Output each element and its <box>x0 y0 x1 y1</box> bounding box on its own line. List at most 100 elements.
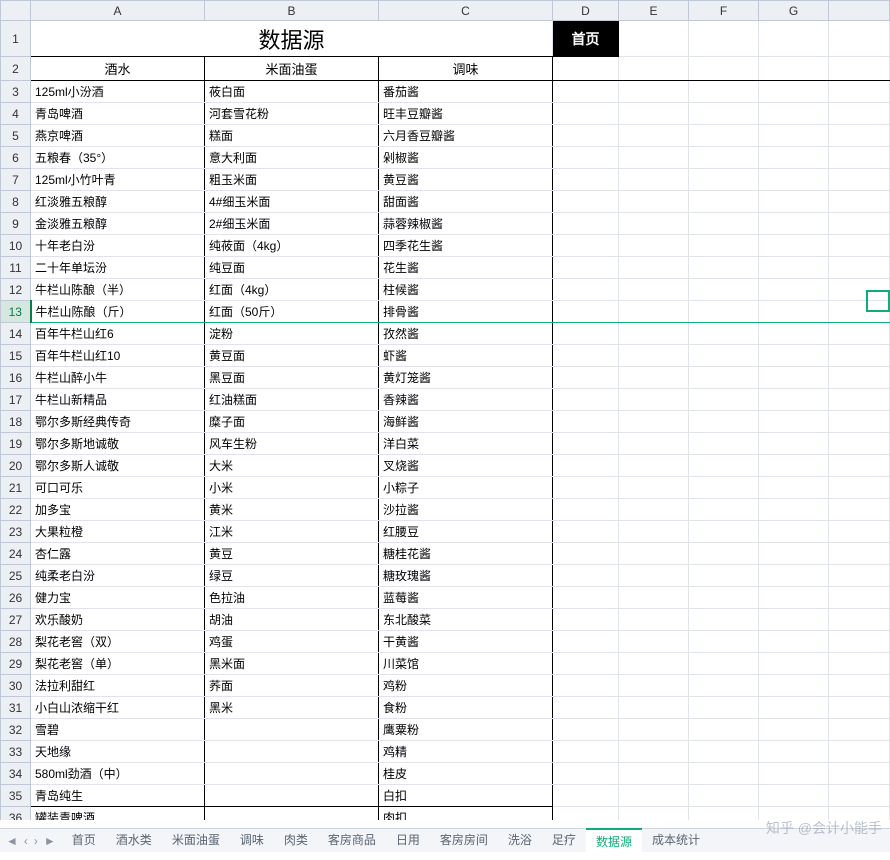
table-row[interactable]: 25纯柔老白汾绿豆糖玫瑰酱 <box>1 565 890 587</box>
table-row[interactable]: 34580ml劲酒（中）桂皮 <box>1 763 890 785</box>
cell-B[interactable]: 风车生粉 <box>205 433 379 455</box>
col-header-G[interactable]: G <box>759 1 829 21</box>
cell-A[interactable]: 加多宝 <box>31 499 205 521</box>
cell-A[interactable]: 梨花老窖（单） <box>31 653 205 675</box>
cell-C[interactable]: 桂皮 <box>379 763 553 785</box>
table-row[interactable]: 8红淡雅五粮醇4#细玉米面甜面酱 <box>1 191 890 213</box>
table-row[interactable]: 14百年牛栏山红6淀粉孜然酱 <box>1 323 890 345</box>
col-header-B[interactable]: B <box>205 1 379 21</box>
table-row[interactable]: 30法拉利甜红荞面鸡粉 <box>1 675 890 697</box>
cell-C[interactable]: 东北酸菜 <box>379 609 553 631</box>
row-1[interactable]: 1 数据源 首页 <box>1 21 890 57</box>
tab-客房房间[interactable]: 客房房间 <box>430 828 498 853</box>
row-header[interactable]: 4 <box>1 103 31 125</box>
row-header[interactable]: 18 <box>1 411 31 433</box>
row-header[interactable]: 21 <box>1 477 31 499</box>
cell-C[interactable]: 四季花生酱 <box>379 235 553 257</box>
row-header[interactable]: 3 <box>1 81 31 103</box>
cell-A[interactable]: 鄂尔多斯经典传奇 <box>31 411 205 433</box>
row-header[interactable]: 22 <box>1 499 31 521</box>
header-A[interactable]: 酒水 <box>31 57 205 81</box>
row-header[interactable]: 24 <box>1 543 31 565</box>
cell-A[interactable]: 天地缘 <box>31 741 205 763</box>
cell-A[interactable]: 鄂尔多斯地诚敬 <box>31 433 205 455</box>
tab-客房商品[interactable]: 客房商品 <box>318 828 386 853</box>
cell-B[interactable]: 黑豆面 <box>205 367 379 389</box>
cell-A[interactable]: 雪碧 <box>31 719 205 741</box>
cell-C[interactable]: 食粉 <box>379 697 553 719</box>
cell-B[interactable]: 淀粉 <box>205 323 379 345</box>
tab-酒水类[interactable]: 酒水类 <box>106 828 162 853</box>
table-row[interactable]: 18鄂尔多斯经典传奇糜子面海鲜酱 <box>1 411 890 433</box>
row-header-1[interactable]: 1 <box>1 21 31 57</box>
cell-B[interactable]: 荞面 <box>205 675 379 697</box>
table-row[interactable]: 24杏仁露黄豆糖桂花酱 <box>1 543 890 565</box>
table-row[interactable]: 23大果粒橙江米红腰豆 <box>1 521 890 543</box>
table-row[interactable]: 26健力宝色拉油蓝莓酱 <box>1 587 890 609</box>
row-header[interactable]: 29 <box>1 653 31 675</box>
cell-C[interactable]: 黄灯笼酱 <box>379 367 553 389</box>
row-header[interactable]: 25 <box>1 565 31 587</box>
cell-C[interactable]: 鹰粟粉 <box>379 719 553 741</box>
cell-B[interactable] <box>205 763 379 785</box>
table-row[interactable]: 20鄂尔多斯人诚敬大米叉烧酱 <box>1 455 890 477</box>
cell-A[interactable]: 牛栏山新精品 <box>31 389 205 411</box>
row-header[interactable]: 32 <box>1 719 31 741</box>
cell-B[interactable]: 黑米面 <box>205 653 379 675</box>
cell-C[interactable]: 沙拉酱 <box>379 499 553 521</box>
cell-A[interactable]: 法拉利甜红 <box>31 675 205 697</box>
cell-C[interactable]: 黄豆酱 <box>379 169 553 191</box>
row-header[interactable]: 35 <box>1 785 31 807</box>
tab-调味[interactable]: 调味 <box>230 828 274 853</box>
cell-B[interactable]: 黄豆面 <box>205 345 379 367</box>
cell-A[interactable]: 鄂尔多斯人诚敬 <box>31 455 205 477</box>
table-row[interactable]: 12牛栏山陈酿（半）红面（4kg）柱候酱 <box>1 279 890 301</box>
cell-B[interactable]: 黄米 <box>205 499 379 521</box>
sheet-tab-bar[interactable]: ◄ ‹ › ► 首页酒水类米面油蛋调味肉类客房商品日用客房房间洗浴足疗数据源成本… <box>0 828 890 852</box>
cell-C[interactable]: 蓝莓酱 <box>379 587 553 609</box>
cell-B[interactable]: 纯豆面 <box>205 257 379 279</box>
cell-C[interactable]: 柱候酱 <box>379 279 553 301</box>
cell-B[interactable]: 红面（50斤） <box>205 301 379 323</box>
cell-A[interactable]: 大果粒橙 <box>31 521 205 543</box>
row-header[interactable]: 23 <box>1 521 31 543</box>
table-row[interactable]: 15百年牛栏山红10黄豆面虾酱 <box>1 345 890 367</box>
cell-A[interactable]: 燕京啤酒 <box>31 125 205 147</box>
col-header-E[interactable]: E <box>619 1 689 21</box>
title-cell[interactable]: 数据源 <box>31 21 553 57</box>
cell-A[interactable]: 杏仁露 <box>31 543 205 565</box>
row-header[interactable]: 15 <box>1 345 31 367</box>
spreadsheet-grid[interactable]: A B C D E F G 1 数据源 首页 2 酒水 米面油蛋 调味 3125… <box>0 0 890 820</box>
table-row[interactable]: 22加多宝黄米沙拉酱 <box>1 499 890 521</box>
cell-B[interactable]: 纯莜面（4kg） <box>205 235 379 257</box>
row-header[interactable]: 6 <box>1 147 31 169</box>
cell-C[interactable]: 蒜蓉辣椒酱 <box>379 213 553 235</box>
row-header[interactable]: 12 <box>1 279 31 301</box>
tab-数据源[interactable]: 数据源 <box>586 828 642 853</box>
table-row[interactable]: 17牛栏山新精品红油糕面香辣酱 <box>1 389 890 411</box>
cell-C[interactable]: 剁椒酱 <box>379 147 553 169</box>
row-header[interactable]: 19 <box>1 433 31 455</box>
table-row[interactable]: 6五粮春（35°）意大利面剁椒酱 <box>1 147 890 169</box>
row-header[interactable]: 13 <box>1 301 31 323</box>
tab-首页[interactable]: 首页 <box>62 828 106 853</box>
table-row[interactable]: 9金淡雅五粮醇2#细玉米面蒜蓉辣椒酱 <box>1 213 890 235</box>
table-row[interactable]: 4青岛啤酒河套雪花粉旺丰豆瓣酱 <box>1 103 890 125</box>
cell-A[interactable]: 580ml劲酒（中） <box>31 763 205 785</box>
cell-A[interactable]: 百年牛栏山红10 <box>31 345 205 367</box>
cell-A[interactable]: 罐装青啤酒 <box>31 807 205 821</box>
table-row[interactable]: 29梨花老窖（单）黑米面川菜馆 <box>1 653 890 675</box>
col-header-D[interactable]: D <box>553 1 619 21</box>
table-row[interactable]: 3125ml小汾酒莜白面番茄酱 <box>1 81 890 103</box>
cell-C[interactable]: 小粽子 <box>379 477 553 499</box>
row-header[interactable]: 30 <box>1 675 31 697</box>
tab-成本统计[interactable]: 成本统计 <box>642 828 710 853</box>
cell-C[interactable]: 白扣 <box>379 785 553 807</box>
cell-C[interactable]: 鸡粉 <box>379 675 553 697</box>
cell-A[interactable]: 梨花老窖（双） <box>31 631 205 653</box>
cell-B[interactable]: 小米 <box>205 477 379 499</box>
cell-B[interactable]: 色拉油 <box>205 587 379 609</box>
cell-B[interactable]: 4#细玉米面 <box>205 191 379 213</box>
table-row[interactable]: 7125ml小竹叶青粗玉米面黄豆酱 <box>1 169 890 191</box>
cell-C[interactable]: 旺丰豆瓣酱 <box>379 103 553 125</box>
